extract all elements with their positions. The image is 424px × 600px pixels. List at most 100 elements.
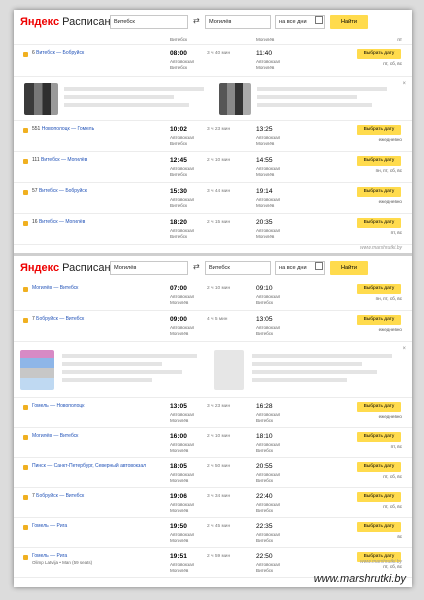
departure-station: Автовокзал Витебск	[170, 59, 195, 70]
arrival-station: Автовокзал Витебск	[256, 325, 281, 336]
route-link[interactable]: Витебск — Бобруйск	[36, 50, 84, 56]
dep-station: Витебск	[170, 37, 188, 42]
arrival-station: Автовокзал Витебск	[256, 412, 281, 423]
duration: 3 ч 40 мин	[207, 51, 231, 56]
select-date-button[interactable]: Выбрать дату	[357, 187, 401, 197]
route-number: 7	[32, 316, 35, 322]
calendar-icon[interactable]	[315, 16, 323, 24]
route-number: 57	[32, 188, 38, 194]
select-date-button[interactable]: Выбрать дату	[357, 125, 401, 135]
route-link[interactable]: Бобруйск — Витебск	[36, 316, 84, 322]
trip-row: Гомель — Новополоцк 13:05 3 ч 23 мин 16:28 А…	[14, 398, 412, 428]
route-link[interactable]: Витебск — Могилёв	[39, 219, 85, 225]
arrival-time: 22:50	[256, 553, 273, 560]
bus-icon	[23, 435, 28, 440]
arrival-time: 16:28	[256, 403, 273, 410]
departure-station: Автовокзал Могилёв	[170, 472, 195, 483]
arrival-station: Автовокзал Витебск	[256, 532, 281, 543]
days: пн, пт, сб, вс	[375, 168, 402, 173]
arrival-time: 14:55	[256, 157, 273, 164]
arrival-station: Автовокзал Витебск	[256, 442, 281, 453]
days: пт, сб, вс	[383, 61, 402, 66]
logo[interactable]: Яндекс	[20, 16, 59, 28]
departure-time: 18:05	[170, 463, 187, 470]
days: ежедневно	[378, 414, 402, 419]
trip-row: 111 Витебск — Могилёв 12:45 2 ч 10 мин 14:5…	[14, 152, 412, 183]
departure-station: Автовокзал Могилёв	[170, 412, 195, 423]
select-date-button[interactable]: Выбрать дату	[357, 315, 401, 325]
bus-icon	[23, 555, 28, 560]
arrival-station: Автовокзал Могилёв	[256, 59, 281, 70]
departure-station: Автовокзал Витебск	[170, 166, 195, 177]
select-date-button[interactable]: Выбрать дату	[357, 49, 401, 59]
arrival-station: Автовокзал Витебск	[256, 502, 281, 513]
ad-banner: ×	[14, 342, 412, 398]
duration: 3 ч 34 мин	[207, 494, 231, 499]
close-icon[interactable]: ×	[402, 81, 406, 87]
select-date-button[interactable]: Выбрать дату	[357, 156, 401, 166]
departure-time: 13:05	[170, 403, 187, 410]
trip-row: 7 Бобруйск — Витебск 09:00 4 ч 5 мин 13:05 А…	[14, 311, 412, 342]
route: Гомель — Новополоцк	[32, 403, 162, 410]
ad-image	[24, 83, 58, 115]
select-date-button[interactable]: Выбрать дату	[357, 462, 401, 472]
select-date-button[interactable]: Выбрать дату	[357, 218, 401, 228]
select-date-button[interactable]: Выбрать дату	[357, 492, 401, 502]
to-input[interactable]: Могилёв	[205, 15, 271, 29]
route-link[interactable]: Могилёв — Витебск	[32, 433, 78, 439]
find-button[interactable]: Найти	[330, 15, 368, 29]
select-date-button[interactable]: Выбрать дату	[357, 402, 401, 412]
trip-row: 16 Витебск — Могилёв 18:20 2 ч 15 мин 20:35…	[14, 214, 412, 245]
swap-icon[interactable]: ⇄	[193, 262, 200, 271]
departure-time: 09:00	[170, 316, 187, 323]
days: пт, вс	[390, 444, 402, 449]
route-link[interactable]: Могилёв — Витебск	[32, 285, 78, 291]
find-button[interactable]: Найти	[330, 261, 368, 275]
logo[interactable]: Яндекс	[20, 262, 59, 274]
route-link[interactable]: Пинск — Санкт-Петербург, Северный автово…	[32, 463, 146, 469]
days: пн, пт, сб, вс	[375, 296, 402, 301]
route: 6 Витебск — Бобруйск	[32, 50, 162, 57]
trip-row: Могилёв — Витебск 16:00 2 ч 10 мин 18:10 Авт…	[14, 428, 412, 458]
duration: 4 ч 5 мин	[207, 317, 228, 322]
swap-icon[interactable]: ⇄	[193, 16, 200, 25]
arrival-station: Автовокзал Витебск	[256, 472, 281, 483]
route-link[interactable]: Витебск — Бобруйск	[39, 188, 87, 194]
arrival-station: Автовокзал Витебск	[256, 294, 281, 305]
route-link[interactable]: Бобруйск — Витебск	[36, 493, 84, 499]
route-link[interactable]: Гомель — Новополоцк	[32, 403, 84, 409]
bus-icon	[23, 221, 28, 226]
footer-watermark: www.marshrutki.by	[313, 573, 406, 585]
route-link[interactable]: Витебск — Могилёв	[41, 157, 87, 163]
route-link[interactable]: Гомель — Рига	[32, 523, 67, 529]
from-input[interactable]: Витебск	[110, 15, 188, 29]
route-link[interactable]: Гомель — Рига	[32, 553, 67, 559]
arrival-station: Автовокзал Могилёв	[256, 197, 281, 208]
departure-station: Автовокзал Могилёв	[170, 294, 195, 305]
departure-time: 10:02	[170, 126, 187, 133]
departure-time: 19:50	[170, 523, 187, 530]
days: пт, сб, вс	[383, 474, 402, 479]
screenshot-sheet: Яндекс Расписания Витебск ⇄ Могилёв на в…	[14, 10, 412, 587]
bus-icon	[23, 525, 28, 530]
arrival-time: 09:10	[256, 285, 273, 292]
close-icon[interactable]: ×	[402, 346, 406, 352]
route: 7 Бобруйск — Витебск	[32, 316, 162, 323]
arrival-time: 20:55	[256, 463, 273, 470]
from-input[interactable]: Могилёв	[110, 261, 188, 275]
departure-station: Автовокзал Могилёв	[170, 562, 195, 573]
route: 57 Витебск — Бобруйск	[32, 188, 162, 195]
top-panel: Яндекс Расписания Витебск ⇄ Могилёв на в…	[14, 10, 412, 253]
arrival-time: 18:10	[256, 433, 273, 440]
select-date-button[interactable]: Выбрать дату	[357, 522, 401, 532]
to-input[interactable]: Витебск	[205, 261, 271, 275]
departure-time: 07:00	[170, 285, 187, 292]
select-date-button[interactable]: Выбрать дату	[357, 432, 401, 442]
route: Могилёв — Витебск	[32, 285, 162, 292]
departure-time: 12:45	[170, 157, 187, 164]
calendar-icon[interactable]	[315, 262, 323, 270]
route-link[interactable]: Новополоцк — Гомель	[42, 126, 94, 132]
select-date-button[interactable]: Выбрать дату	[357, 284, 401, 294]
arrival-time: 20:35	[256, 219, 273, 226]
route: 7 Бобруйск — Витебск	[32, 493, 162, 500]
